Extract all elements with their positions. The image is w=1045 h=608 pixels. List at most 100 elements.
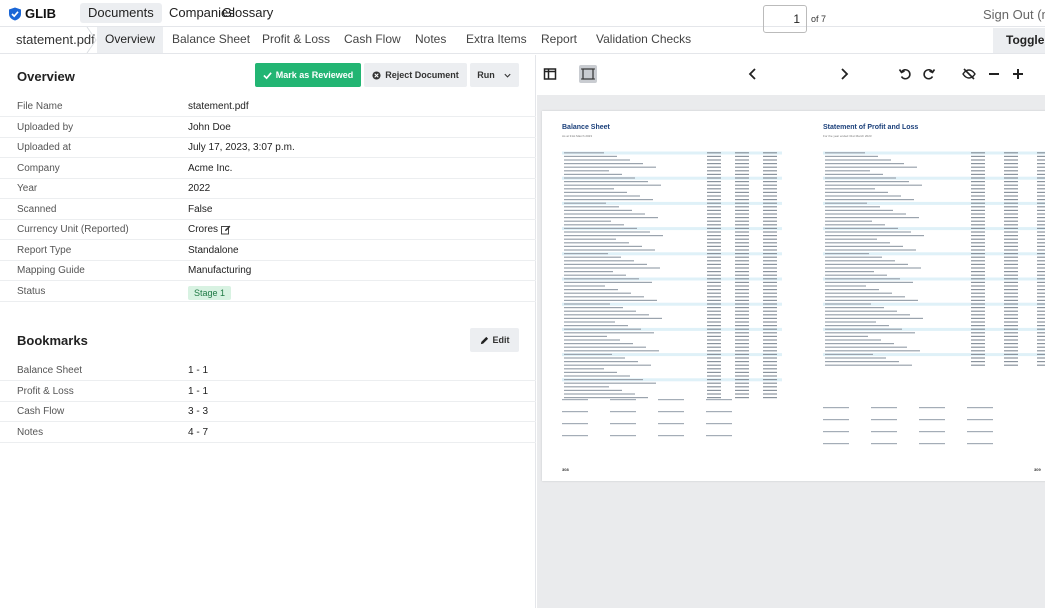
app-logo-text: GLIB bbox=[25, 6, 57, 21]
overview-value-text: Manufacturing bbox=[188, 265, 252, 276]
bookmarks-row: Profit & Loss 1 - 1 bbox=[0, 381, 536, 402]
page-number-input[interactable]: 1 bbox=[763, 5, 807, 33]
tab-profit-loss[interactable]: Profit & Loss bbox=[262, 27, 330, 53]
edit-currency-icon[interactable] bbox=[221, 225, 231, 235]
overview-value: Stage 1 bbox=[188, 285, 232, 300]
overview-value: July 17, 2023, 3:07 p.m. bbox=[188, 142, 295, 153]
mark-as-reviewed-label: Mark as Reviewed bbox=[275, 70, 354, 80]
overview-panel: Overview Mark as Reviewed Reject Documen… bbox=[0, 55, 536, 608]
run-label: Run bbox=[477, 70, 495, 80]
bookmarks-value: 3 - 3 bbox=[188, 406, 208, 417]
bookmarks-value-text: 1 - 1 bbox=[188, 365, 209, 376]
tab-notes[interactable]: Notes bbox=[415, 27, 446, 53]
overview-row: Uploaded by John Doe bbox=[0, 117, 536, 138]
overview-value-text: False bbox=[188, 203, 213, 215]
overview-value-text: Standalone bbox=[188, 244, 239, 256]
bookmarks-row: Notes 4 - 7 bbox=[0, 422, 536, 443]
mark-as-reviewed-button[interactable]: Mark as Reviewed bbox=[255, 63, 361, 87]
bookmarks-label: Notes bbox=[17, 426, 44, 438]
bookmarks-label: Profit & Loss bbox=[17, 385, 74, 397]
pdf-viewer-toolbar bbox=[537, 55, 1045, 95]
app-logo[interactable]: GLIB bbox=[8, 6, 56, 21]
overview-value: Manufacturing bbox=[188, 265, 251, 276]
pdf-left-page-number: 308 bbox=[562, 467, 569, 472]
select-area-icon[interactable] bbox=[579, 65, 597, 83]
edit-label: Edit bbox=[492, 335, 510, 345]
overview-label: Currency Unit (Reported) bbox=[17, 224, 129, 235]
toggle-panel-button[interactable]: Toggle P bbox=[993, 28, 1045, 53]
overview-value: Crores bbox=[188, 224, 231, 235]
bookmarks-value: 1 - 1 bbox=[188, 365, 208, 376]
bookmarks-title: Bookmarks bbox=[17, 333, 88, 348]
overview-row: Uploaded at July 17, 2023, 3:07 p.m. bbox=[0, 137, 536, 158]
tab-extra-items[interactable]: Extra Items bbox=[466, 27, 527, 53]
overview-label: Scanned bbox=[17, 203, 57, 215]
overview-label: Mapping Guide bbox=[17, 265, 85, 276]
overview-row: Company Acme Inc. bbox=[0, 158, 536, 179]
tab-cash-flow[interactable]: Cash Flow bbox=[344, 27, 401, 53]
overview-value: 2022 bbox=[188, 183, 210, 194]
overview-label: Status bbox=[17, 285, 46, 297]
bookmarks-row: Cash Flow 3 - 3 bbox=[0, 401, 536, 422]
x-circle-icon bbox=[372, 70, 381, 80]
overview-row: Currency Unit (Reported) Crores bbox=[0, 219, 536, 240]
overview-label: Uploaded by bbox=[17, 121, 74, 133]
pdf-content-graphic bbox=[562, 151, 1045, 445]
chevron-left-icon[interactable] bbox=[746, 67, 760, 81]
zoom-in-icon[interactable] bbox=[1011, 67, 1025, 81]
overview-value-text: Acme Inc. bbox=[188, 162, 233, 174]
overview-value-text: John Doe bbox=[188, 121, 231, 133]
overview-value-text: Stage 1 bbox=[188, 285, 232, 300]
overview-label: Company bbox=[17, 162, 60, 174]
overview-value-text: Crores bbox=[188, 224, 219, 235]
overview-value: statement.pdf bbox=[188, 101, 249, 112]
tab-validation-checks[interactable]: Validation Checks bbox=[596, 27, 691, 53]
sidebar-layout-icon[interactable] bbox=[543, 67, 557, 81]
check-icon bbox=[263, 71, 272, 79]
top-navbar: GLIB Documents Companies Glossary Sign O… bbox=[0, 0, 1045, 27]
overview-value: Standalone bbox=[188, 245, 239, 256]
chevron-down-icon bbox=[504, 73, 511, 78]
reject-document-button[interactable]: Reject Document bbox=[364, 63, 467, 87]
overview-title: Overview bbox=[17, 69, 75, 84]
tab-balance-sheet[interactable]: Balance Sheet bbox=[172, 27, 250, 53]
rotate-right-icon[interactable] bbox=[922, 67, 936, 81]
pdf-page[interactable]: Balance Sheet As at 31st March 2023 Stat… bbox=[542, 111, 1045, 481]
sign-out-link[interactable]: Sign Out (moh bbox=[983, 7, 1045, 22]
bookmarks-label: Cash Flow bbox=[17, 406, 65, 417]
rotate-left-icon[interactable] bbox=[898, 67, 912, 81]
overview-value: False bbox=[188, 204, 212, 215]
overview-row: Scanned False bbox=[0, 199, 536, 220]
overview-label: Year bbox=[17, 183, 38, 194]
overview-label: Uploaded at bbox=[17, 142, 71, 153]
reject-document-label: Reject Document bbox=[385, 70, 459, 80]
nav-glossary[interactable]: Glossary bbox=[214, 3, 281, 23]
overview-label: File Name bbox=[17, 101, 63, 112]
overview-value: Acme Inc. bbox=[188, 163, 232, 174]
overview-label: Report Type bbox=[17, 244, 72, 256]
overview-value: John Doe bbox=[188, 122, 231, 133]
tab-overview[interactable]: Overview bbox=[97, 27, 164, 53]
edit-bookmarks-button[interactable]: Edit bbox=[470, 328, 519, 352]
shield-logo-icon bbox=[9, 7, 21, 20]
overview-row: Status Stage 1 bbox=[0, 281, 536, 302]
overview-value-text: 2022 bbox=[188, 183, 211, 194]
chevron-right-icon[interactable] bbox=[837, 67, 851, 81]
hide-highlights-icon[interactable] bbox=[962, 67, 976, 81]
overview-value-text: statement.pdf bbox=[188, 101, 249, 112]
overview-value-text: July 17, 2023, 3:07 p.m. bbox=[188, 142, 295, 153]
bookmarks-value-text: 1 - 1 bbox=[188, 385, 209, 397]
overview-row: Year 2022 bbox=[0, 178, 536, 199]
bookmarks-value-text: 3 - 3 bbox=[188, 406, 209, 417]
bookmarks-value-text: 4 - 7 bbox=[188, 426, 209, 438]
run-dropdown-button[interactable]: Run bbox=[470, 63, 519, 87]
tab-report[interactable]: Report bbox=[541, 27, 577, 53]
nav-documents[interactable]: Documents bbox=[80, 3, 162, 23]
file-breadcrumb[interactable]: statement.pdf bbox=[0, 27, 97, 53]
overview-row: File Name statement.pdf bbox=[0, 96, 536, 117]
overview-row: Mapping Guide Manufacturing bbox=[0, 260, 536, 281]
pencil-icon bbox=[480, 336, 488, 344]
zoom-out-icon[interactable] bbox=[987, 67, 1001, 81]
bookmarks-label: Balance Sheet bbox=[17, 365, 83, 376]
bookmarks-value: 1 - 1 bbox=[188, 386, 208, 397]
